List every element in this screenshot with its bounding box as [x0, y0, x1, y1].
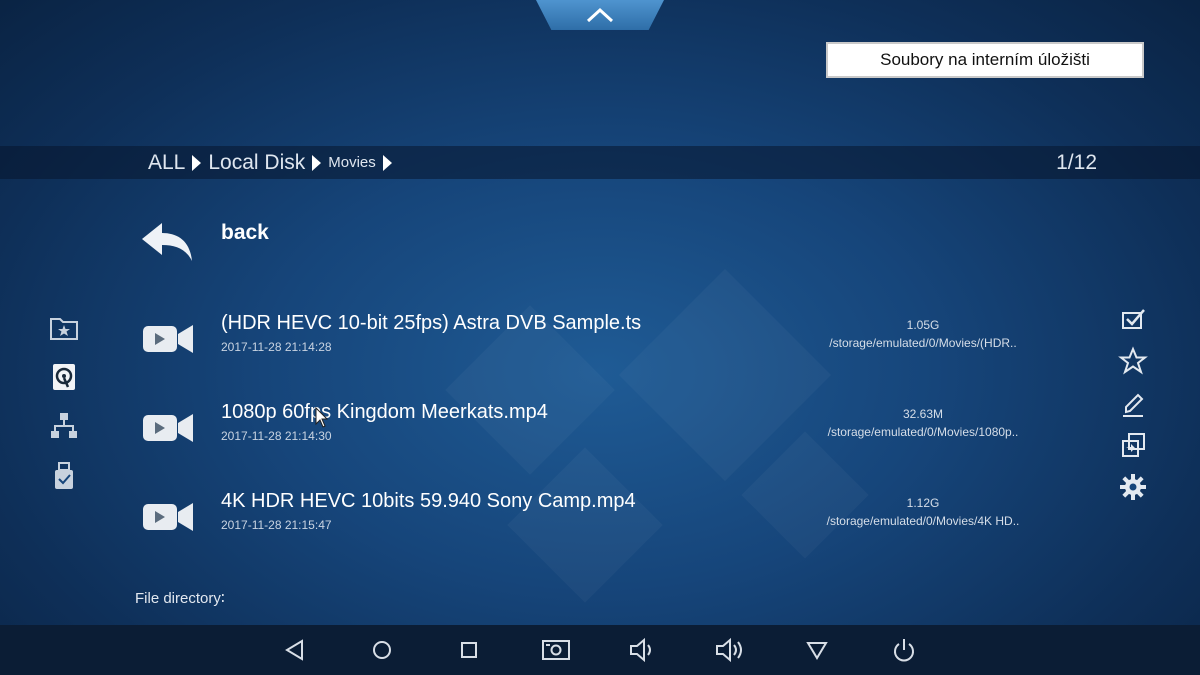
file-size: 1.12G [906, 496, 940, 510]
nav-back-button[interactable] [275, 635, 315, 665]
sidebar-item-favorites[interactable] [49, 313, 79, 343]
nav-screenshot-button[interactable] [536, 635, 576, 665]
select-checkbox-icon [1122, 309, 1145, 329]
edit-icon [1123, 393, 1144, 417]
volume-down-icon [630, 637, 651, 663]
system-nav-bar [0, 625, 1200, 675]
rename-button[interactable] [1118, 390, 1148, 420]
home-circle-icon [373, 641, 391, 659]
settings-gear-icon [1120, 474, 1146, 500]
video-file-icon [143, 325, 193, 353]
breadcrumb-bar: ALL Local Disk Movies 1/12 [0, 146, 1200, 179]
file-size: 1.05G [906, 318, 940, 332]
file-name: 1080p 60fps Kingdom Meerkats.mp4 [221, 401, 548, 423]
nav-volume-up-button[interactable] [710, 635, 750, 665]
nav-menu-button[interactable] [797, 635, 837, 665]
settings-button[interactable] [1118, 472, 1148, 502]
local-disk-icon [53, 364, 75, 390]
network-icon [51, 413, 77, 438]
breadcrumb-item-movies[interactable]: Movies [328, 154, 376, 171]
select-button[interactable] [1118, 304, 1148, 334]
file-date: 2017-11-28 21:14:30 [221, 429, 332, 443]
nav-volume-down-button[interactable] [622, 635, 662, 665]
recents-square-icon [461, 642, 477, 658]
usb-icon [55, 462, 73, 489]
nav-power-button[interactable] [884, 635, 924, 665]
pull-down-tab[interactable] [536, 0, 664, 30]
file-path: /storage/emulated/0/Movies/1080p.. [827, 425, 1019, 439]
volume-up-icon [716, 637, 742, 663]
file-row[interactable]: 1080p 60fps Kingdom Meerkats.mp4 2017-11… [138, 401, 1038, 461]
copy-button[interactable] [1118, 430, 1148, 460]
chevron-up-icon [586, 7, 614, 23]
screenshot-icon [542, 640, 570, 660]
back-arrow-icon [142, 223, 192, 261]
file-path: /storage/emulated/0/Movies/(HDR.. [829, 336, 1017, 350]
nav-home-button[interactable] [362, 635, 402, 665]
star-icon [1118, 346, 1148, 375]
file-row[interactable]: (HDR HEVC 10-bit 25fps) Astra DVB Sample… [138, 312, 1038, 372]
back-row[interactable]: back [138, 216, 838, 266]
file-path: /storage/emulated/0/Movies/4K HD.. [826, 514, 1020, 528]
file-directory-label: File directory∶ [135, 590, 225, 607]
copy-paste-icon [1122, 433, 1145, 457]
video-file-icon [143, 414, 193, 442]
file-name: 4K HDR HEVC 10bits 59.940 Sony Camp.mp4 [221, 490, 636, 512]
file-name: (HDR HEVC 10-bit 25fps) Astra DVB Sample… [221, 312, 642, 334]
sidebar-item-local-disk[interactable] [49, 362, 79, 392]
caption-box: Soubory na interním úložišti [826, 42, 1144, 78]
menu-down-icon [806, 642, 828, 660]
video-file-icon [143, 503, 193, 531]
sidebar-item-network[interactable] [49, 411, 79, 441]
back-label: back [221, 221, 269, 244]
breadcrumb-separator-icon [382, 154, 392, 171]
back-triangle-icon [285, 639, 303, 661]
power-icon [894, 639, 914, 662]
breadcrumb: ALL Local Disk Movies [148, 146, 399, 179]
nav-recents-button[interactable] [449, 635, 489, 665]
favorite-button[interactable] [1118, 346, 1148, 376]
file-date: 2017-11-28 21:15:47 [221, 518, 332, 532]
file-date: 2017-11-28 21:14:28 [221, 340, 332, 354]
file-row[interactable]: 4K HDR HEVC 10bits 59.940 Sony Camp.mp4 … [138, 490, 1038, 550]
file-size: 32.63M [902, 407, 944, 421]
breadcrumb-item-local-disk[interactable]: Local Disk [208, 151, 305, 175]
breadcrumb-item-all[interactable]: ALL [148, 151, 185, 175]
page-count: 1/12 [1056, 151, 1097, 174]
favorite-folder-icon [50, 318, 78, 340]
breadcrumb-separator-icon [312, 154, 322, 171]
sidebar-item-usb[interactable] [49, 461, 79, 491]
mouse-cursor-icon [315, 407, 329, 428]
breadcrumb-separator-icon [192, 154, 202, 171]
